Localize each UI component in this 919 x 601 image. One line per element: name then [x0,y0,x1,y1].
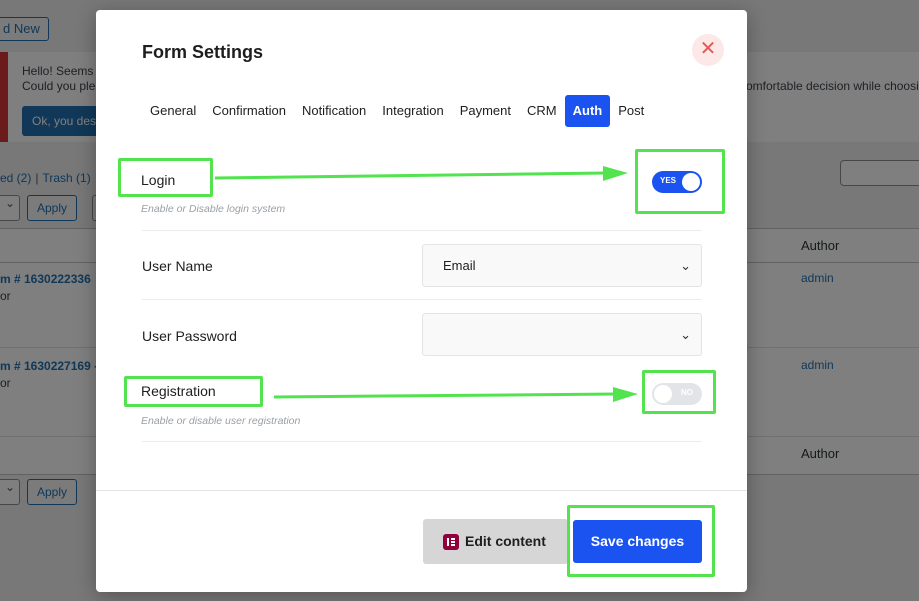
login-toggle-highlight [635,149,725,214]
login-arrow [214,166,628,181]
registration-arrow [273,387,638,402]
save-button-highlight [567,505,715,577]
registration-toggle-highlight [642,370,716,414]
login-label-highlight [118,158,213,197]
registration-label-highlight [124,376,263,407]
annotation-arrows [214,166,638,402]
